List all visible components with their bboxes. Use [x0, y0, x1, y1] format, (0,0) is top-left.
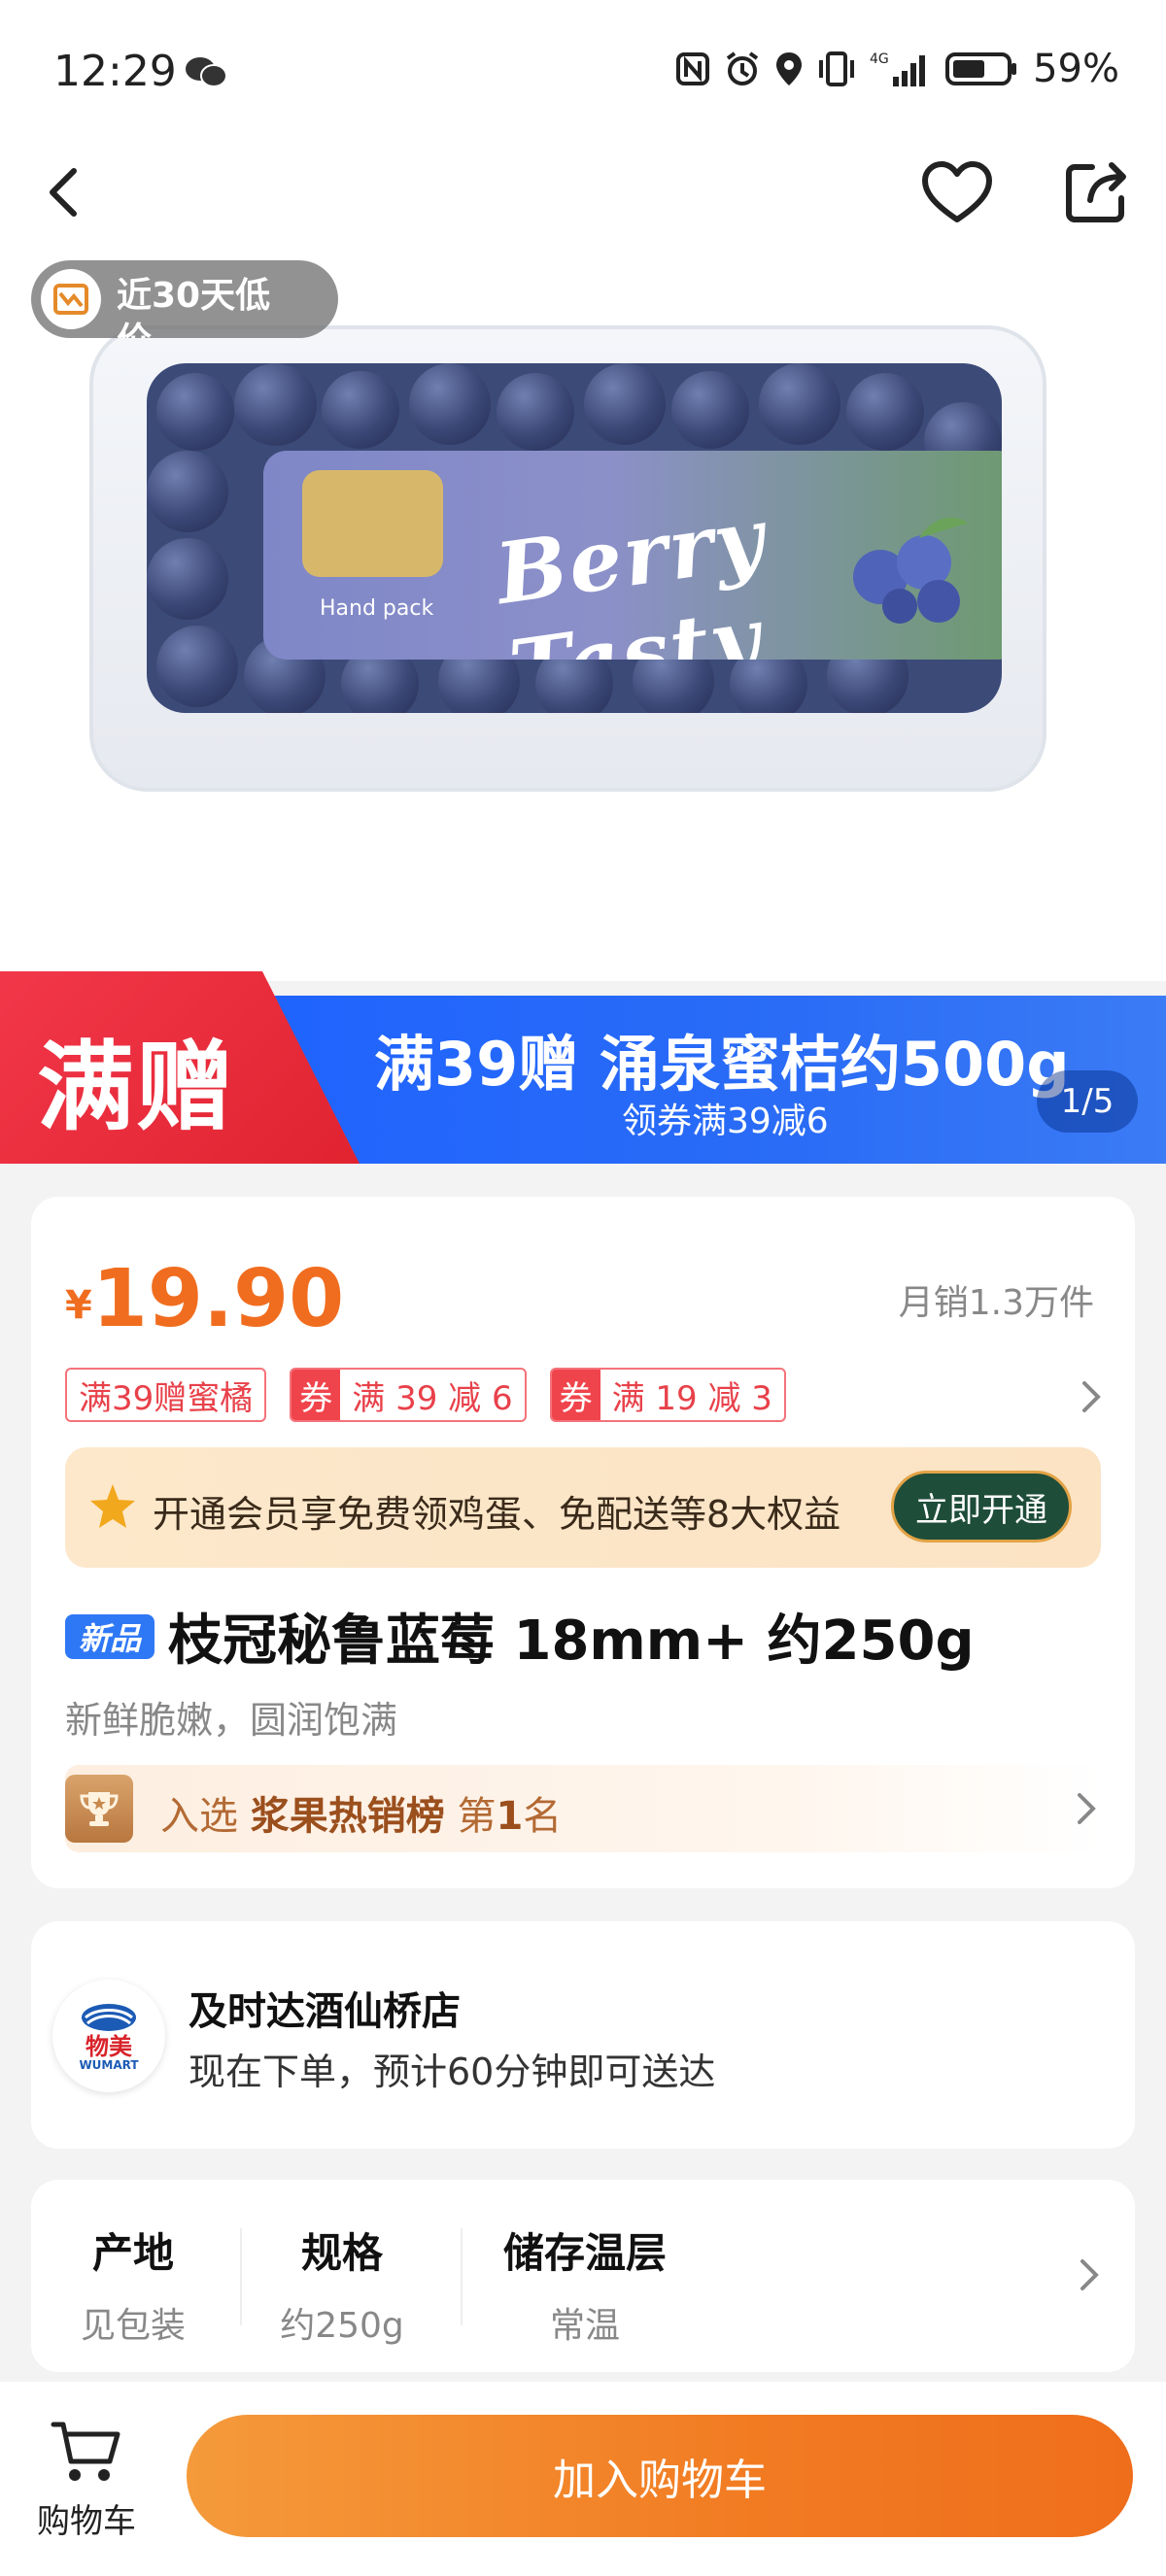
attr-value: 约250g [280, 2306, 404, 2346]
store-logo-cn: 物美 [86, 2033, 132, 2060]
image-pager: 1/5 [1037, 1070, 1138, 1133]
coupon-label: 券 [292, 1370, 341, 1420]
attr-origin: 产地 见包装 [60, 2220, 206, 2348]
crown-star-icon [90, 1484, 135, 1528]
store-card[interactable]: 物美 WUMART 及时达酒仙桥店 现在下单，预计60分钟即可送达 [31, 1921, 1135, 2149]
brand-seal [302, 470, 443, 577]
ranking-prefix: 入选 [160, 1794, 238, 1839]
attributes-card[interactable]: 产地 见包装 规格 约250g 储存温层 常温 [31, 2180, 1135, 2372]
battery-percent: 59% [1033, 47, 1119, 91]
coupon-label: 券 [551, 1370, 600, 1420]
coupon-tag: 券 满 39 减 6 [290, 1368, 527, 1422]
location-icon [776, 52, 803, 85]
status-bar: 12:29 4G 59% [0, 0, 1166, 146]
product-title-row: 新品 枝冠秘鲁蓝莓 18mm+ 约250g [65, 1597, 975, 1676]
add-to-cart-button[interactable]: 加入购物车 [187, 2415, 1133, 2537]
ranking-place: 1 [496, 1794, 524, 1839]
divider [240, 2228, 242, 2325]
attr-spec: 规格 约250g [264, 2220, 420, 2348]
ranking-banner[interactable]: 入选 浆果热销榜 第1名 [65, 1765, 1101, 1852]
store-logo: 物美 WUMART [52, 1980, 165, 2092]
ranking-text: 入选 浆果热销榜 第1名 [160, 1784, 562, 1841]
chevron-right-icon [1080, 2259, 1099, 2290]
coupon-tag: 券 满 19 减 3 [549, 1368, 786, 1422]
product-subtitle: 新鲜脆嫩，圆润饱满 [65, 1699, 398, 1742]
store-name: 及时达酒仙桥店 [189, 1989, 461, 2034]
battery-icon [945, 52, 1017, 85]
membership-text: 开通会员享免费领鸡蛋、免配送等8大权益 [153, 1493, 841, 1536]
price-value: 19.90 [91, 1253, 345, 1345]
attr-key: 储存温层 [502, 2229, 667, 2277]
cart-button[interactable]: 购物车 [33, 2417, 140, 2542]
blueberry-illustration-icon [853, 517, 968, 624]
product-title: 枝冠秘鲁蓝莓 18mm+ 约250g [168, 1610, 975, 1673]
monthly-sales: 月销1.3万件 [898, 1283, 1094, 1323]
coupon-tag-text: 满 39 减 6 [352, 1378, 513, 1418]
price: ¥19.90 [65, 1253, 344, 1345]
package-label: Hand pack Berry Tasty [263, 451, 1002, 660]
store-logo-en: WUMART [79, 2058, 139, 2072]
product-info-card: ¥19.90 月销1.3万件 满39赠蜜橘 券 满 39 减 6 券 满 19 … [31, 1197, 1135, 1888]
membership-banner[interactable]: 开通会员享免费领鸡蛋、免配送等8大权益 立即开通 [65, 1447, 1101, 1568]
wumart-logo-icon [82, 2004, 136, 2031]
blueberries: Hand pack Berry Tasty [147, 363, 1002, 713]
promo-coupon-text: 领券满39减6 [622, 1102, 829, 1141]
promo-tags[interactable]: 满39赠蜜橘 券 满 39 减 6 券 满 19 减 3 [65, 1368, 786, 1422]
product-image[interactable]: Hand pack Berry Tasty 近30天低价 [0, 243, 1166, 981]
status-time: 12:29 [53, 47, 177, 96]
status-icons: 4G 59% [675, 47, 1119, 91]
attr-key: 产地 [91, 2229, 174, 2277]
top-nav [0, 146, 1166, 243]
bottom-action-bar: 购物车 加入购物车 [0, 2382, 1166, 2576]
signal-icon: 4G [870, 51, 926, 86]
delivery-eta: 现在下单，预计60分钟即可送达 [189, 2051, 716, 2093]
ranking-board: 浆果热销榜 [250, 1794, 445, 1839]
ranking-place-prefix: 第 [457, 1794, 497, 1839]
currency-symbol: ¥ [65, 1283, 92, 1328]
chevron-right-icon[interactable] [1077, 1377, 1106, 1416]
ranking-place-suffix: 名 [523, 1794, 563, 1839]
low-price-badge[interactable]: 近30天低价 [31, 260, 338, 338]
nfc-icon [676, 52, 710, 85]
attr-key: 规格 [300, 2229, 383, 2277]
vibrate-icon [819, 51, 855, 86]
cart-icon [51, 2422, 120, 2481]
promo-headline: 满39赠 涌泉蜜桔约500g [374, 1029, 1070, 1100]
divider [461, 2228, 463, 2325]
wechat-icon [186, 57, 227, 87]
join-membership-button[interactable]: 立即开通 [891, 1471, 1072, 1542]
promo-banner[interactable]: 满赠 满39赠 涌泉蜜桔约500g 领券满39减6 1/5 [0, 971, 1166, 1164]
chevron-right-icon [1078, 1793, 1096, 1824]
hand-pack-text: Hand pack [320, 596, 434, 621]
gift-tag-text: 满39赠蜜橘 [79, 1378, 254, 1418]
heart-icon[interactable] [921, 159, 993, 227]
coupon-tag-text: 满 19 减 3 [611, 1378, 772, 1418]
alarm-icon [726, 51, 759, 85]
attr-value: 见包装 [80, 2306, 186, 2346]
trophy-icon [65, 1775, 133, 1843]
new-product-badge: 新品 [65, 1613, 154, 1659]
promo-badge: 满赠 [37, 1031, 235, 1144]
gift-tag: 满39赠蜜橘 [65, 1368, 267, 1422]
price-trend-icon [41, 269, 101, 329]
cart-label: 购物车 [37, 2502, 136, 2541]
svg-text:4G: 4G [870, 51, 889, 67]
back-icon[interactable] [39, 157, 93, 227]
share-icon[interactable] [1063, 157, 1131, 225]
attr-value: 常温 [549, 2306, 620, 2346]
attr-storage: 储存温层 常温 [488, 2220, 682, 2348]
low-price-text: 近30天低价 [117, 276, 271, 338]
blueberry-tray-image: Hand pack Berry Tasty [89, 325, 1046, 792]
